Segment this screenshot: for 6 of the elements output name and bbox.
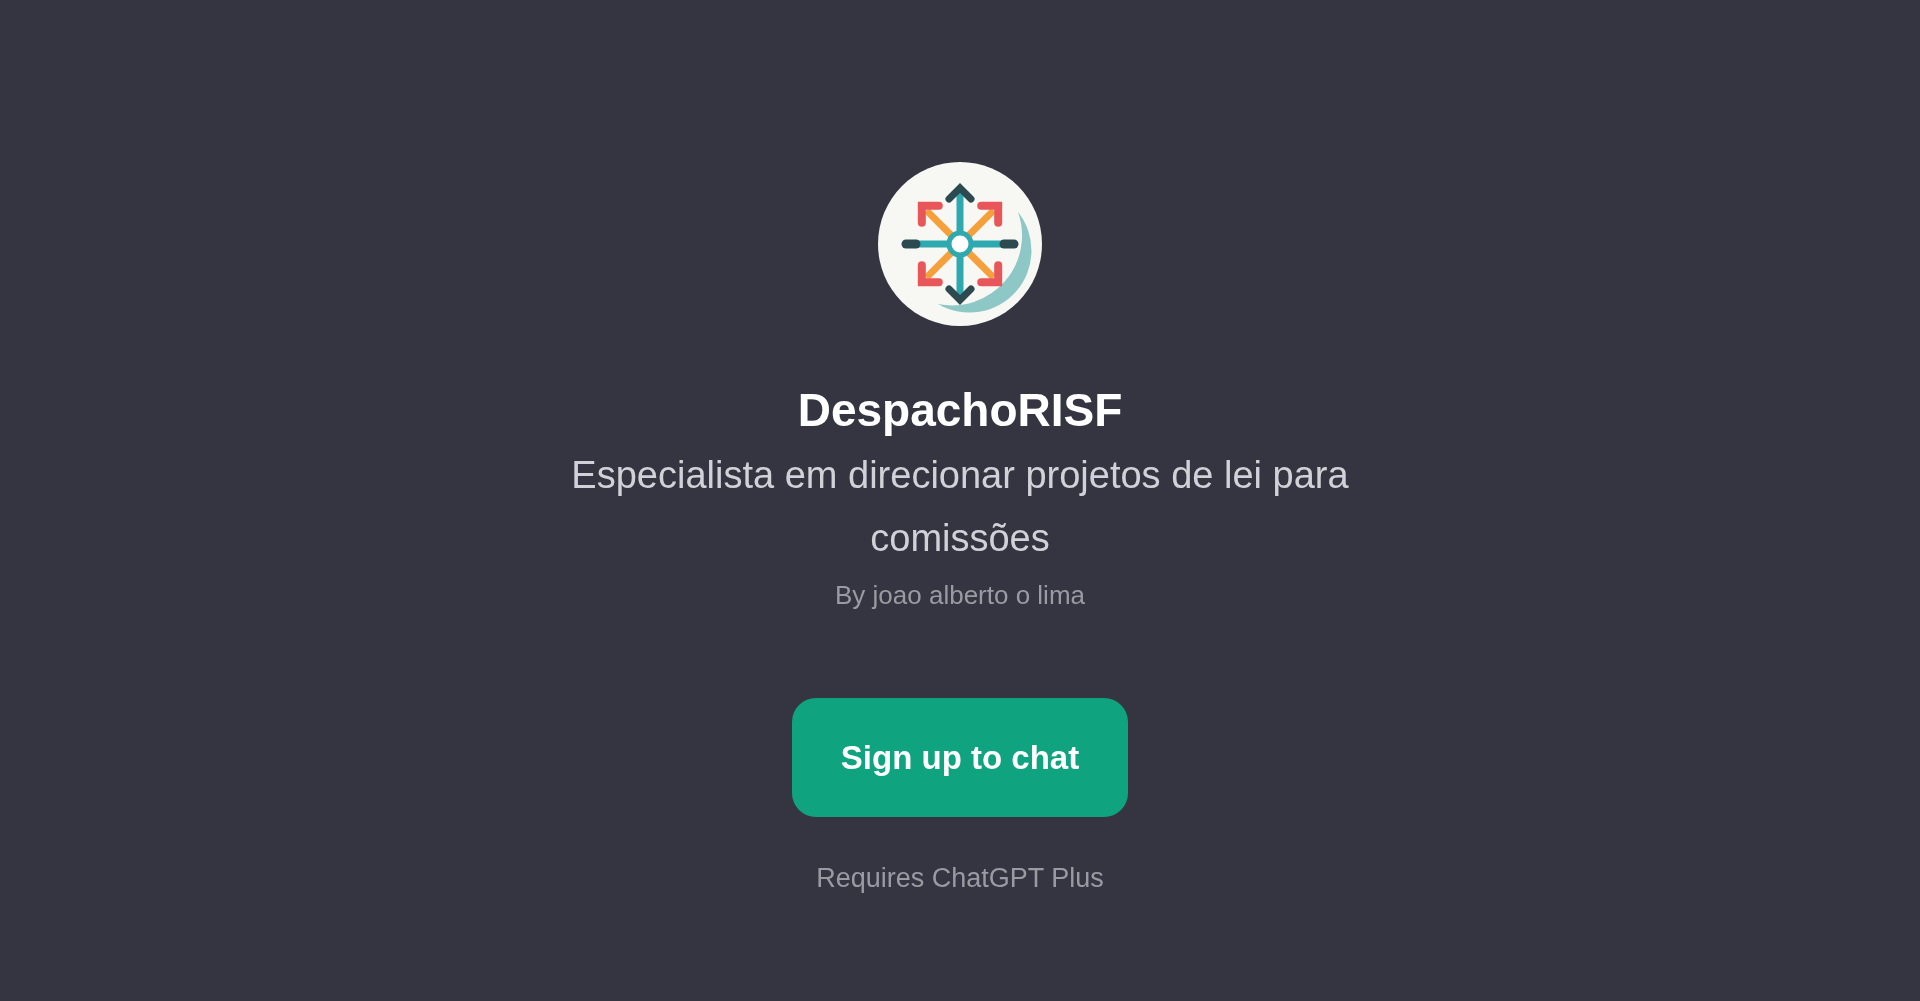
- gpt-description: Especialista em direcionar projetos de lei para comissões: [570, 453, 1350, 561]
- arrows-logo-icon: [878, 162, 1042, 326]
- gpt-title: DespachoRISF: [797, 383, 1123, 438]
- sign-up-button[interactable]: Sign up to chat: [792, 698, 1128, 817]
- author-line: By joao alberto o lima: [835, 579, 1085, 612]
- requirement-note: Requires ChatGPT Plus: [816, 862, 1104, 895]
